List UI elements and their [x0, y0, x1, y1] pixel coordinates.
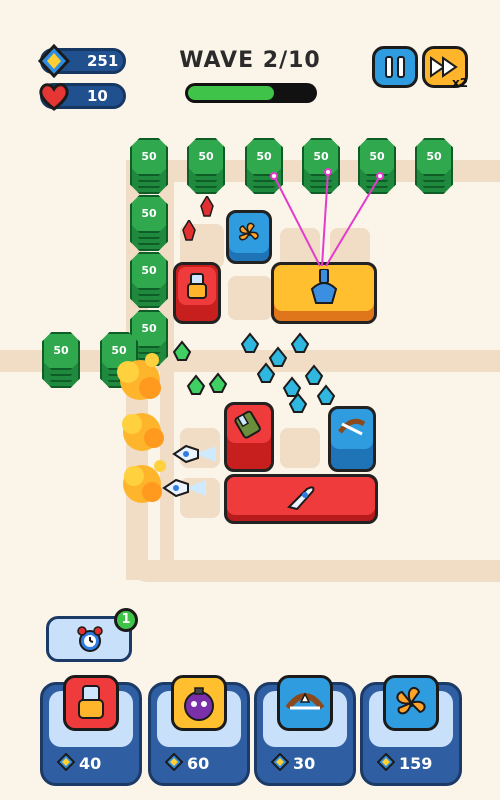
coin-stack-value: 50 [187, 138, 225, 176]
pause-icon [385, 56, 405, 78]
gem-icon [271, 753, 289, 771]
wave-progress-bar [185, 83, 317, 103]
crossbow-icon [285, 692, 325, 710]
lives-counter: 10 [39, 83, 126, 111]
speed-multiplier-label: x2 [452, 76, 469, 90]
alarm-clock-icon [77, 626, 103, 652]
shop-card-fan[interactable]: 159 [360, 675, 462, 786]
fan-icon [396, 687, 426, 715]
launcher-tower[interactable] [224, 402, 274, 472]
coin-stack-value: 50 [42, 332, 80, 370]
coin-stack-value: 50 [415, 138, 453, 176]
cannon-icon [78, 685, 104, 719]
coin-stack: 50 [130, 252, 168, 308]
enemy-unit [208, 372, 228, 393]
shop-price: 40 [79, 754, 102, 773]
gem-icon [165, 753, 183, 771]
tile [228, 276, 272, 320]
enemy-unit [186, 374, 206, 395]
shop-card-bomb[interactable]: 60 [148, 675, 250, 786]
cannon-tower[interactable] [173, 262, 221, 324]
coin-stack: 50 [187, 138, 225, 194]
tile [280, 428, 320, 468]
coin-stack-value: 50 [130, 252, 168, 290]
enemy-unit [172, 340, 192, 361]
gem-count: 251 [87, 52, 119, 70]
shop-card-crossbow[interactable]: 30 [254, 675, 356, 786]
rocket-projectile [172, 444, 216, 464]
gem-icon [37, 44, 71, 78]
shop-card-cannon[interactable]: 40 [40, 675, 142, 786]
cannon-icon [187, 273, 207, 299]
powerup-count-badge: 1 [114, 608, 138, 632]
crossbow-icon [338, 418, 366, 436]
coin-stack: 50 [415, 138, 453, 194]
rocket-projectile [162, 478, 206, 498]
enemy-unit [290, 332, 310, 353]
bomb-icon [184, 687, 214, 721]
rocket-icon [287, 486, 315, 511]
rocket-tower[interactable] [224, 474, 378, 524]
enemy-unit [288, 392, 308, 413]
gem-icon [377, 753, 395, 771]
enemy-unit [256, 362, 276, 383]
enemy-path-bottom [126, 560, 500, 582]
enemy-unit [316, 384, 336, 405]
coin-stack: 50 [130, 195, 168, 251]
launcher-icon [234, 410, 261, 439]
shop-price: 159 [399, 754, 433, 773]
lives-count: 10 [87, 87, 108, 105]
pause-button[interactable] [372, 46, 418, 88]
enemy-unit [304, 364, 324, 385]
coin-stack: 50 [130, 138, 168, 194]
laser-beams [270, 168, 384, 267]
shop-price: 60 [187, 754, 210, 773]
coin-stack-value: 50 [130, 195, 168, 233]
missile-projectile [182, 220, 196, 241]
shop-price: 30 [293, 754, 316, 773]
explosion-effect [122, 413, 164, 451]
wave-label: WAVE 2/10 [179, 48, 321, 73]
coin-stack-value: 50 [130, 138, 168, 176]
wave-progress-fill [188, 86, 274, 100]
missile-projectile [200, 196, 214, 217]
coin-stack: 50 [42, 332, 80, 388]
gem-icon [57, 753, 75, 771]
gem-counter: 251 [37, 44, 126, 78]
explosion-effect [117, 353, 161, 400]
enemy-unit [240, 332, 260, 353]
heart-icon [39, 83, 69, 111]
crossbow-tower[interactable] [328, 406, 376, 472]
